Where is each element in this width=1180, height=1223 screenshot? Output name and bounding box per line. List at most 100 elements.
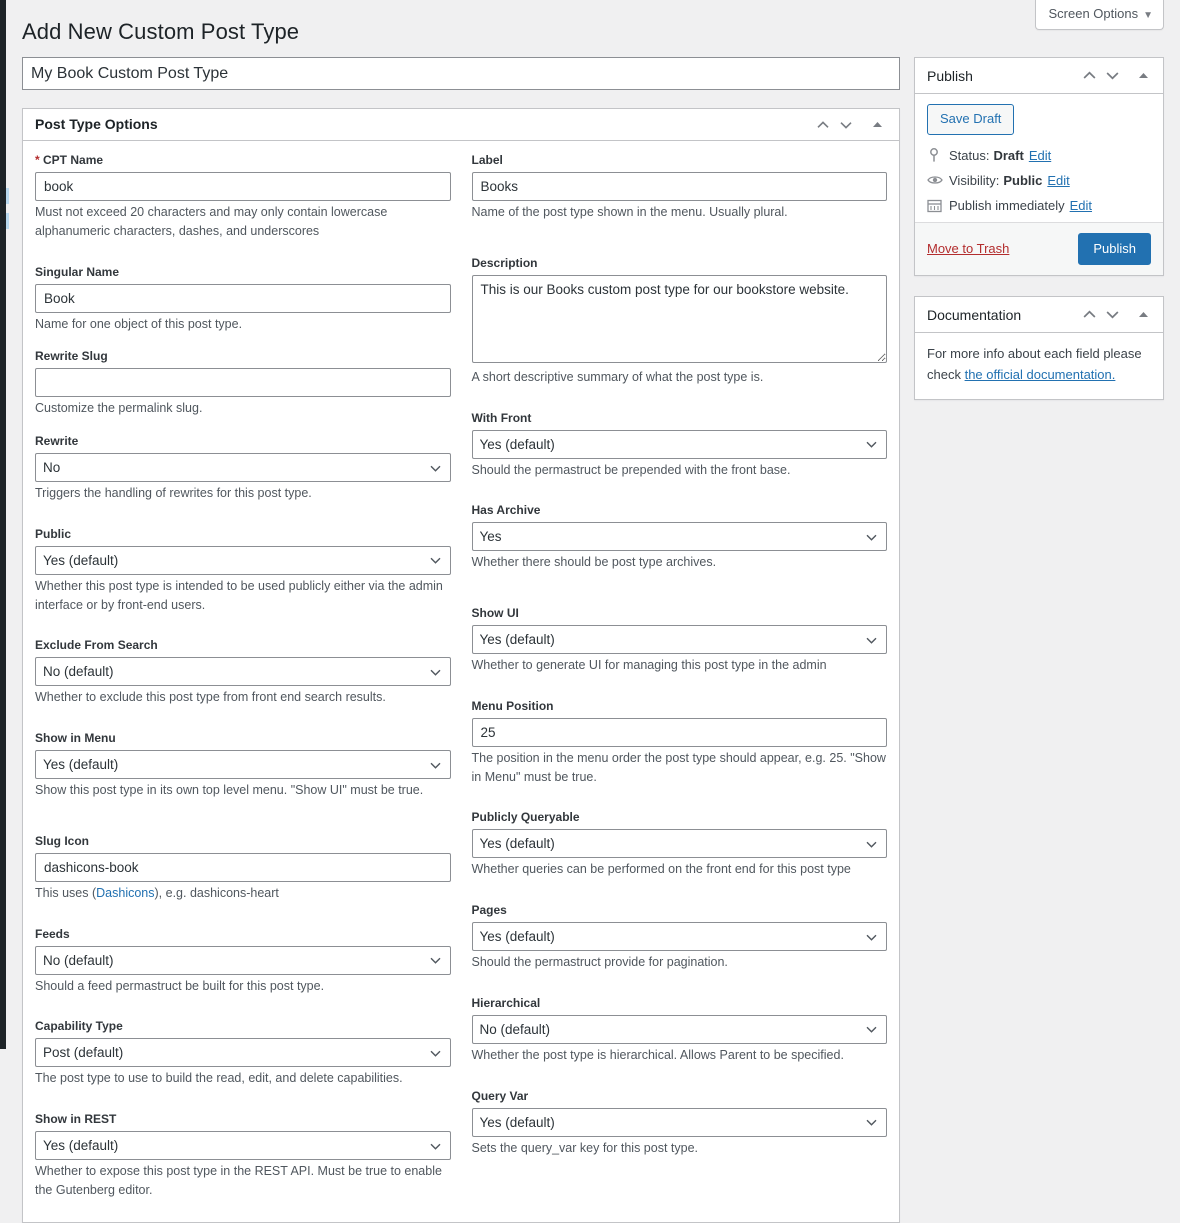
select-rewrite[interactable]: No — [35, 453, 451, 482]
field-label-publicly-queryable: Publicly Queryable — [471, 810, 580, 825]
select-public[interactable]: Yes (default) — [35, 545, 451, 575]
field-cpt-name: * CPT Name Must not exceed 20 characters… — [35, 151, 451, 241]
post-body-content: Post Type Options — [22, 57, 900, 1223]
field-with-front: With Front Yes (default) Should the perm… — [471, 409, 887, 480]
publish-button[interactable]: Publish — [1078, 232, 1151, 265]
field-menu-position: Menu Position The position in the menu o… — [471, 697, 887, 787]
status-row: Status: Draft Edit — [927, 143, 1151, 168]
desc-with-front: Should the permastruct be prepended with… — [471, 462, 791, 477]
chevron-down-icon: ▼ — [1143, 10, 1153, 21]
select-wrap-show-in-menu: Yes (default) — [35, 750, 451, 779]
wpbody-content: Screen Options ▼ Add New Custom Post Type… — [6, 0, 1180, 1223]
field-label-with-front: With Front — [471, 410, 532, 425]
field-label-query-var: Query Var — [471, 1088, 529, 1103]
desc-menu-position: The position in the menu order the post … — [471, 750, 886, 784]
select-wrap-pages: Yes (default) — [471, 922, 887, 951]
calendar-icon — [927, 198, 947, 213]
select-feeds[interactable]: No (default) — [35, 945, 451, 975]
fields-grid: * CPT Name Must not exceed 20 characters… — [23, 141, 899, 1222]
publish-header: Publish — [915, 58, 1163, 94]
toggle-panel-icon[interactable] — [1133, 65, 1153, 87]
post-title-input[interactable] — [22, 57, 900, 90]
input-cpt-name[interactable] — [35, 172, 451, 201]
field-label-show-in-menu: Show in Menu — [35, 731, 116, 745]
select-with-front[interactable]: Yes (default) — [471, 429, 887, 459]
select-pages[interactable]: Yes (default) — [471, 922, 887, 951]
status-label: Status: — [949, 147, 990, 163]
toggle-panel-icon[interactable] — [867, 114, 887, 136]
field-label-pages: Pages — [471, 903, 507, 917]
select-publicly-queryable[interactable]: Yes (default) — [471, 829, 887, 859]
desc-slug-icon-post: ), e.g. dashicons-heart — [154, 885, 279, 900]
select-capability-type[interactable]: Post (default) — [35, 1038, 451, 1068]
input-singular-name[interactable] — [35, 283, 451, 313]
move-up-icon[interactable] — [813, 114, 833, 136]
documentation-metabox: Documentation For more info about each f… — [914, 296, 1164, 400]
save-draft-button[interactable]: Save Draft — [927, 104, 1015, 135]
visibility-label: Visibility: — [949, 172, 1000, 188]
move-up-icon[interactable] — [1079, 304, 1099, 326]
documentation-title: Documentation — [927, 306, 1022, 323]
select-wrap-publicly-queryable: Yes (default) — [471, 829, 887, 859]
page-title: Add New Custom Post Type — [22, 19, 300, 44]
field-rewrite: Rewrite No Triggers the handling of rewr… — [35, 432, 451, 503]
post-type-options-title: Post Type Options — [35, 115, 158, 132]
select-has-archive[interactable]: Yes — [471, 522, 887, 552]
select-show-in-menu[interactable]: Yes (default) — [35, 750, 451, 779]
select-hierarchical[interactable]: No (default) — [471, 1014, 887, 1044]
textarea-description[interactable]: This is our Books custom post type for o… — [471, 274, 887, 363]
select-wrap-with-front: Yes (default) — [471, 429, 887, 459]
input-rewrite-slug[interactable] — [35, 368, 451, 398]
input-label[interactable] — [471, 172, 887, 201]
move-down-icon[interactable] — [1102, 65, 1122, 87]
desc-show-ui: Whether to generate UI for managing this… — [471, 658, 827, 672]
post-type-options-body: * CPT Name Must not exceed 20 characters… — [23, 141, 899, 1222]
status-value: Draft — [993, 147, 1024, 163]
visibility-edit-link[interactable]: Edit — [1047, 173, 1069, 188]
desc-publicly-queryable: Whether queries can be performed on the … — [471, 862, 851, 877]
field-show-in-menu: Show in Menu Yes (default) Show this pos… — [35, 729, 451, 800]
publish-inner: Save Draft Status: Draft Edit Visibility… — [915, 94, 1163, 222]
field-slug-icon: Slug Icon This uses (Dashicons), e.g. da… — [35, 832, 451, 903]
toggle-panel-icon[interactable] — [1133, 304, 1153, 326]
official-documentation-link[interactable]: the official documentation. — [965, 367, 1116, 382]
metabox-handle-actions — [813, 114, 887, 136]
fields-column-left: * CPT Name Must not exceed 20 characters… — [35, 151, 451, 1204]
select-show-ui[interactable]: Yes (default) — [471, 625, 887, 654]
status-edit-link[interactable]: Edit — [1029, 148, 1051, 163]
screen-options-button[interactable]: Screen Options ▼ — [1035, 0, 1164, 31]
screen-options-label: Screen Options — [1048, 6, 1139, 21]
select-query-var[interactable]: Yes (default) — [471, 1107, 887, 1137]
field-label-hierarchical: Hierarchical — [471, 995, 541, 1010]
visibility-value: Public — [1003, 172, 1043, 188]
schedule-edit-link[interactable]: Edit — [1070, 198, 1092, 213]
schedule-label: Publish immediately — [949, 197, 1065, 213]
move-to-trash-link[interactable]: Move to Trash — [927, 241, 1009, 256]
move-down-icon[interactable] — [836, 114, 856, 136]
move-down-icon[interactable] — [1102, 304, 1122, 326]
dashicons-link[interactable]: Dashicons — [96, 886, 154, 900]
select-exclude-from-search[interactable]: No (default) — [35, 657, 451, 687]
postbox-container-side: Publish Save Draft Status: Draft Edit Vi… — [914, 57, 1164, 400]
move-up-icon[interactable] — [1079, 65, 1099, 87]
publish-handle-actions — [1079, 65, 1153, 87]
pin-icon — [927, 147, 947, 163]
field-capability-type: Capability Type Post (default) The post … — [35, 1017, 451, 1088]
field-publicly-queryable: Publicly Queryable Yes (default) Whether… — [471, 808, 887, 879]
post-type-options-header: Post Type Options — [23, 109, 899, 141]
select-wrap-show-in-rest: Yes (default) — [35, 1131, 451, 1160]
eye-icon — [927, 174, 947, 186]
select-show-in-rest[interactable]: Yes (default) — [35, 1131, 451, 1160]
input-menu-position[interactable] — [471, 717, 887, 747]
input-slug-icon[interactable] — [35, 852, 451, 882]
select-wrap-exclude-from-search: No (default) — [35, 657, 451, 687]
